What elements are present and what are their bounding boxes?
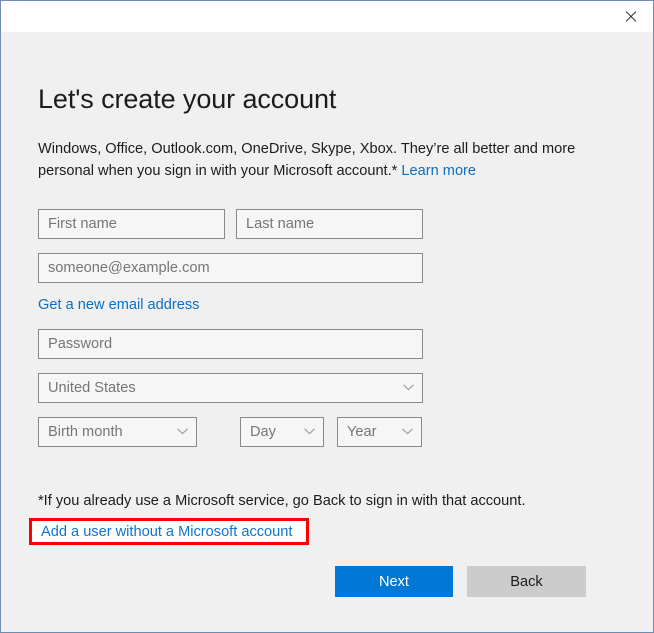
first-name-input[interactable] [38, 209, 225, 239]
add-user-without-microsoft-account-link[interactable]: Add a user without a Microsoft account [41, 524, 292, 540]
birth-month-select[interactable]: Birth month [38, 417, 197, 447]
last-name-input[interactable] [236, 209, 423, 239]
chevron-down-icon [177, 428, 188, 435]
email-input[interactable] [38, 253, 423, 283]
chevron-down-icon [304, 428, 315, 435]
chevron-down-icon [403, 384, 414, 391]
birth-year-select[interactable]: Year [337, 417, 422, 447]
country-select-label: United States [48, 380, 136, 396]
description-text: Windows, Office, Outlook.com, OneDrive, … [38, 138, 586, 182]
title-bar [1, 1, 653, 32]
next-button[interactable]: Next [335, 566, 453, 597]
description-body: Windows, Office, Outlook.com, OneDrive, … [38, 141, 576, 179]
birth-day-select-label: Day [250, 424, 276, 440]
password-input[interactable] [38, 329, 423, 359]
close-icon [624, 10, 637, 23]
country-select[interactable]: United States [38, 373, 423, 403]
footnote-text: *If you already use a Microsoft service,… [38, 493, 526, 509]
close-button[interactable] [607, 1, 653, 32]
account-creation-window: Let's create your account Windows, Offic… [0, 0, 654, 633]
learn-more-link[interactable]: Learn more [401, 163, 476, 179]
page-title: Let's create your account [38, 84, 337, 114]
birth-day-select[interactable]: Day [240, 417, 324, 447]
dialog-body: Let's create your account Windows, Offic… [1, 32, 653, 632]
back-button[interactable]: Back [467, 566, 586, 597]
chevron-down-icon [402, 428, 413, 435]
get-new-email-link[interactable]: Get a new email address [38, 297, 199, 313]
highlight-annotation: Add a user without a Microsoft account [29, 518, 309, 545]
birth-month-select-label: Birth month [48, 424, 123, 440]
birth-year-select-label: Year [347, 424, 377, 440]
